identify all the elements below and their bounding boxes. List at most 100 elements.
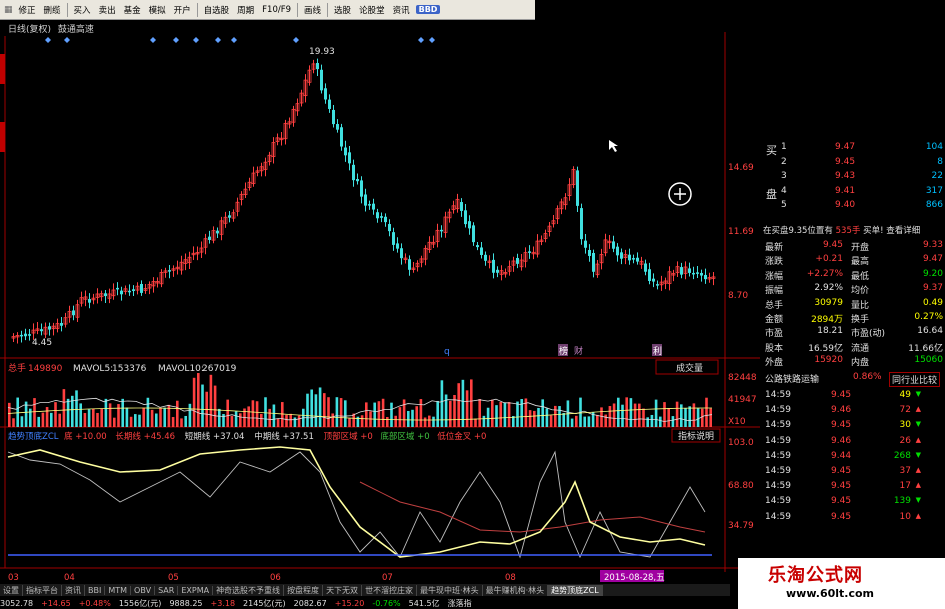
bottom-tab[interactable]: MTM [105,585,132,595]
tool-icon[interactable]: ▦ [4,5,13,15]
volume-bar [247,406,250,427]
bottom-tab[interactable]: 世不溜控庄家 [362,584,418,596]
ma10-value: 267019 [202,364,237,374]
quote-row: 金额 2894万 换手 0.27% [765,312,943,325]
short-term-line [7,450,706,559]
tick-row: 14:59 9.45 10 ▲ [765,511,921,522]
volume-bar [155,413,158,427]
volume-bar [272,404,276,427]
candle-down [380,216,383,218]
mid-term-line [7,446,706,558]
volume-bar [66,398,70,427]
period-button[interactable]: 周期 [235,4,256,16]
time-label: 05 [168,573,179,583]
volume-bar [159,408,162,427]
volume-bar [659,416,662,427]
volume-bar [197,373,200,427]
open-account-button[interactable]: 开户 [172,4,193,16]
candle-down [324,88,327,100]
volume-bar [234,411,238,427]
compare-button[interactable]: 同行业比较 [889,372,941,387]
volume-bar [680,404,683,427]
volume-bar [541,399,544,427]
volume-bar [226,399,229,427]
quote-row: 最新 9.45 开盘 9.33 [765,240,943,253]
candle-down [348,152,351,164]
bottom-tab[interactable]: 按盘程度 [284,584,324,596]
volume-bar [92,408,95,427]
bottom-tab[interactable]: 设置 [0,584,23,596]
sector-name[interactable]: 公路铁路运输 [765,372,819,385]
candles [11,58,716,344]
quote-row: 外盘 15920 内盘 15060 [765,355,943,369]
kline-chart[interactable]: 19.93 4.45 14.69 11.69 8.70 q 榜 财 利 总手 1… [0,32,760,584]
news-button[interactable]: 资讯 [391,4,412,16]
quote-row: 涨幅 +2.27% 最低 9.20 [765,268,943,282]
toolbar-item[interactable]: 修正 [17,4,38,16]
date-highlight: 2015-08-28,五 [604,573,665,583]
candle-down [696,272,699,274]
order-book-row[interactable]: 1 9.47 104 [763,142,945,156]
toolbar-item[interactable]: 删缆 [42,4,63,16]
bottom-tab[interactable]: SAR [155,585,179,595]
bottom-tab[interactable]: EXPMA [178,585,214,595]
bottom-tab[interactable]: 最牛现中班·林头 [417,584,483,596]
bottom-tab[interactable]: 最牛赚机构·林头 [483,584,549,596]
status-item: +15.20 [334,598,365,608]
volume-bar [449,400,452,427]
candle-down [60,322,63,326]
bbd-badge[interactable]: BBD [415,5,441,14]
volume-bar [617,397,620,427]
quote-row: 总手 30979 量比 0.49 [765,297,943,311]
candle-down [472,225,475,243]
candle-down [216,230,219,234]
candle-down [128,290,131,293]
fund-button[interactable]: 基金 [122,4,143,16]
volume-bar [642,408,645,427]
status-item: 1556亿(元) [118,598,162,608]
sell-button[interactable]: 卖出 [97,4,118,16]
volume-bar [293,417,297,427]
volume-bar [125,407,129,427]
volume-bar [260,413,263,427]
buy-button[interactable]: 买入 [72,4,93,16]
volume-bar [596,414,599,427]
volume-bar [398,407,402,427]
signal-diamond [173,37,179,43]
bottom-tab[interactable]: 神奇选股不予重线 [213,584,285,596]
indicator-item: 底 +10.00 [64,431,107,442]
candle-down [496,269,499,273]
order-book-row[interactable]: 2 9.45 8 [763,157,945,171]
candle-down [168,270,171,272]
forum-button[interactable]: 论股堂 [357,4,387,16]
volume-bar [671,416,675,427]
volume-bar [100,408,103,427]
status-item: 9888.25 [169,598,203,608]
f10-button[interactable]: F10/F9 [260,5,293,15]
bottom-tab[interactable]: 趋势顶底ZCL [548,584,603,596]
bottom-tab[interactable]: 指标平台 [23,584,62,596]
bottom-tab[interactable]: 资讯 [62,584,85,596]
cursor-icon [609,140,618,152]
order-book-row[interactable]: 3 9.43 22 [763,171,945,185]
draw-line-button[interactable]: 画线 [302,4,323,16]
order-book-row[interactable]: 5 9.40 866 [763,200,945,214]
volume-bar [390,402,393,427]
volume-bar [29,408,32,427]
bottom-tab[interactable]: OBV [131,585,156,595]
watchlist-button[interactable]: 自选股 [202,4,232,16]
order-book-row[interactable]: 4 9.41 317 [763,186,945,200]
signal-diamond [193,37,199,43]
volume-bar [104,398,108,427]
stock-picker-button[interactable]: 选股 [332,4,353,16]
quote-row: 股本 16.59亿 流通 11.66亿 [765,343,943,354]
bottom-tab[interactable]: BBI [85,585,106,595]
simulate-button[interactable]: 模拟 [147,4,168,16]
bottom-tab[interactable]: 天下无双 [323,584,363,596]
tick-row: 14:59 9.45 139 ▼ [765,496,921,507]
volume-bar [281,402,284,427]
volume-bar [419,399,423,427]
candle-down [316,62,319,70]
volume-bar [306,393,309,427]
volume-bar [495,405,498,427]
